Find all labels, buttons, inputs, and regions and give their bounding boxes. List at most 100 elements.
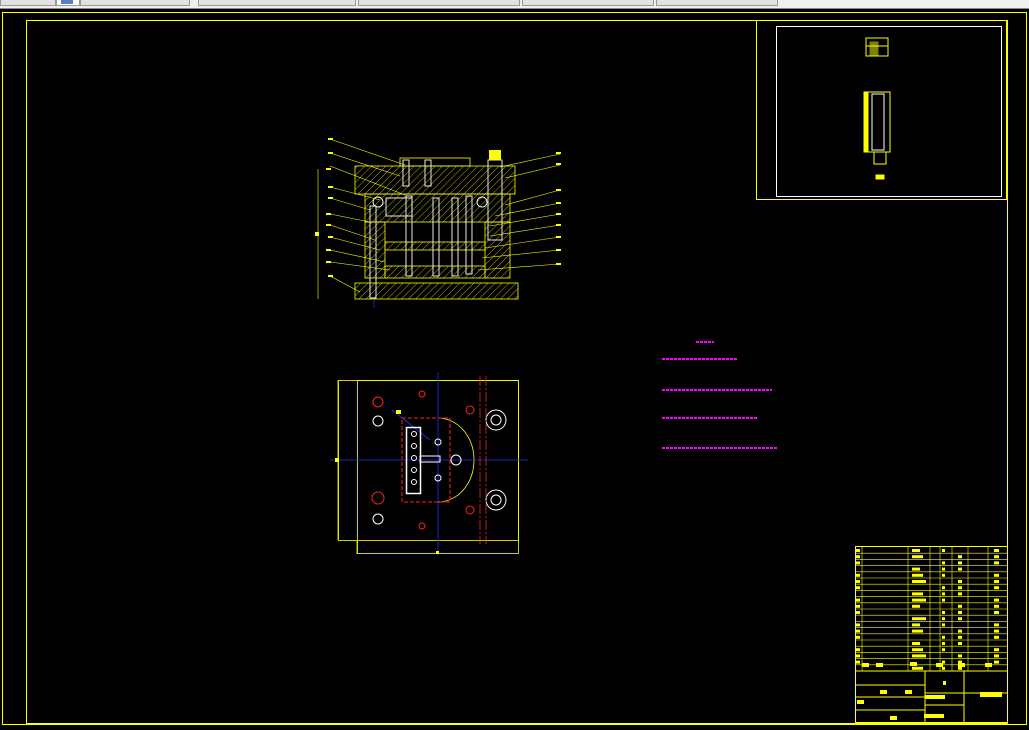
bom-cell-mark <box>857 700 864 704</box>
bom-cell-mark <box>958 604 962 608</box>
tab-4[interactable] <box>358 0 520 6</box>
tab-1[interactable] <box>56 0 80 6</box>
bom-cell-mark <box>994 580 999 583</box>
bom-cell-mark <box>856 629 860 633</box>
bom-cell-mark <box>994 549 999 552</box>
bom-cell-mark <box>912 598 926 602</box>
bom-cell-mark <box>856 580 860 583</box>
document-icon <box>61 0 73 4</box>
bom-cell-mark <box>958 629 962 633</box>
section-view[interactable] <box>315 138 561 308</box>
technical-notes <box>662 341 777 449</box>
drawing-border <box>2 12 1027 725</box>
bom-cell-mark <box>958 561 962 565</box>
bom-cell-mark <box>994 648 999 652</box>
bom-cell-mark <box>942 561 945 565</box>
bom-cell-mark <box>856 654 860 658</box>
bom-cell-mark <box>942 617 945 621</box>
bom-cell-mark <box>912 555 923 559</box>
bom-cell-mark <box>910 662 917 666</box>
bom-cell-mark <box>876 663 883 667</box>
bom-cell-mark <box>936 663 943 667</box>
bom-cell-mark <box>942 586 945 590</box>
bom-cell-mark <box>912 629 923 633</box>
bom-cell-mark <box>958 642 962 645</box>
bom-cell-mark <box>856 648 860 652</box>
bom-cell-mark <box>912 617 926 621</box>
bom-cell-mark <box>958 567 962 571</box>
bom-cell-mark <box>912 642 920 645</box>
bom-cell-mark <box>880 690 887 694</box>
bom-cell-mark <box>958 635 962 639</box>
bom-cell-mark <box>912 573 923 577</box>
bom-cell-mark <box>856 586 860 590</box>
bom-cell-mark <box>985 663 992 667</box>
bom-cell-mark <box>856 561 860 565</box>
bom-cell-mark <box>958 580 962 583</box>
bom-cell-mark <box>958 663 965 667</box>
bom-cell-mark <box>856 604 860 608</box>
centerlines <box>330 372 528 556</box>
bom-cell-mark <box>994 654 999 658</box>
bom-cell-mark <box>994 586 999 590</box>
bom-cell-mark <box>912 567 920 571</box>
bom-cell-mark <box>912 648 923 652</box>
bom-cell-mark <box>958 555 962 559</box>
bom-cell-mark <box>942 592 945 596</box>
bom-cell-mark <box>912 604 920 608</box>
bom-cell-mark <box>942 648 945 652</box>
tab-3[interactable] <box>198 0 356 6</box>
bom-cell-mark <box>912 592 923 596</box>
document-tab-bar <box>0 0 1029 9</box>
bom-cell-mark <box>856 660 860 664</box>
title-block <box>855 546 1008 723</box>
bom-cell-mark <box>942 549 945 552</box>
bom-cell-mark <box>856 623 860 627</box>
bom-cell-mark <box>994 623 999 627</box>
bom-cell-mark <box>856 573 860 577</box>
bom-cell-mark <box>994 629 999 633</box>
bom-cell-mark <box>912 666 923 670</box>
bom-cell-mark <box>958 611 962 614</box>
bom-cell-mark <box>994 611 999 614</box>
bom-cell-mark <box>994 573 999 577</box>
drawing-canvas[interactable] <box>0 9 1029 726</box>
bom-cell-mark <box>856 555 860 559</box>
bom-cell-mark <box>942 573 945 577</box>
bom-cell-mark <box>942 623 945 627</box>
tab-2[interactable] <box>80 0 190 6</box>
tab-0[interactable] <box>0 0 56 6</box>
tab-5[interactable] <box>522 0 654 6</box>
bom-cell-mark <box>912 580 926 583</box>
bom-cell-mark <box>862 663 869 667</box>
bom-cell-mark <box>912 654 926 658</box>
bom-cell-mark <box>942 598 945 602</box>
bom-cell-mark <box>856 598 860 602</box>
tab-6[interactable] <box>656 0 778 6</box>
thumbnail-viewport[interactable] <box>756 20 1007 200</box>
bom-cell-mark <box>994 660 999 664</box>
bom-cell-mark <box>994 635 999 639</box>
bom-cell-mark <box>912 623 920 627</box>
bom-cell-mark <box>912 549 920 552</box>
bom-cell-mark <box>958 617 962 621</box>
bom-cell-mark <box>994 598 999 602</box>
bom-cell-mark <box>942 611 945 614</box>
bom-cell-mark <box>942 567 945 571</box>
bom-cell-mark <box>994 561 999 565</box>
bom-cell-mark <box>856 611 860 614</box>
bom-cell-mark <box>958 586 962 590</box>
thumbnail-part-top <box>865 37 889 57</box>
bom-cell-mark <box>905 690 912 694</box>
bom-cell-mark <box>942 635 945 639</box>
bom-cell-mark <box>958 666 962 670</box>
bom-cell-mark <box>994 555 999 559</box>
plan-view[interactable] <box>330 372 528 556</box>
bom-cell-mark <box>856 635 860 639</box>
bom-cell-mark <box>942 666 945 670</box>
bom-table <box>855 552 1008 666</box>
bom-cell-mark <box>856 549 860 552</box>
bom-cell-mark <box>942 642 945 645</box>
bom-cell-mark <box>958 592 962 596</box>
bom-cell-mark <box>958 654 962 658</box>
